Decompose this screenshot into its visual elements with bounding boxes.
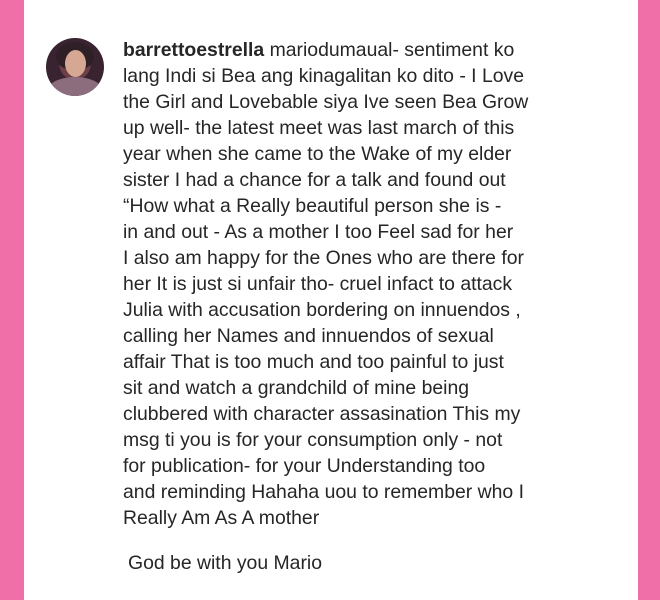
comment-line: sister I had a chance for a talk and fou… [123,169,506,191]
comment-line-text: mariodumaual- sentiment ko [269,39,515,61]
comment-body: barrettoestrella mariodumaual- sentiment… [123,37,627,531]
comment-line: “How what a Really beautiful person she … [123,195,502,217]
avatar[interactable] [46,38,104,96]
comment-card: barrettoestrella mariodumaual- sentiment… [24,0,638,600]
comment-line: sit and watch a grandchild of mine being [123,377,470,399]
comment-line: up well- the latest meet was last march … [123,117,515,139]
comment-line: for publication- for your Understanding … [123,455,486,477]
comment-line: affair That is too much and too painful … [123,351,504,373]
comment-line: her It is just si unfair tho- cruel infa… [123,273,513,295]
comment-line: year when she came to the Wake of my eld… [123,143,512,165]
comment-signoff: God be with you Mario [128,552,323,574]
avatar-shoulders [48,77,102,96]
comment-line: in and out - As a mother I too Feel sad … [123,221,514,243]
avatar-face [65,50,86,77]
username[interactable]: barrettoestrella [123,39,264,61]
comment-line: and reminding Hahaha uou to remember who… [123,481,524,503]
comment-line: barrettoestrella mariodumaual- sentiment… [123,37,627,63]
comment-line: Julia with accusation bordering on innue… [123,299,521,321]
comment-line: msg ti you is for your consumption only … [123,429,503,451]
comment-line: lang Indi si Bea ang kinagalitan ko dito… [123,65,525,87]
comment-line: calling her Names and innuendos of sexua… [123,325,494,347]
comment-line: Really Am As A mother [123,507,320,529]
comment-line: I also am happy for the Ones who are the… [123,247,524,269]
comment-line: clubbered with character assasination Th… [123,403,521,425]
comment-line: the Girl and Lovebable siya Ive seen Bea… [123,91,529,113]
